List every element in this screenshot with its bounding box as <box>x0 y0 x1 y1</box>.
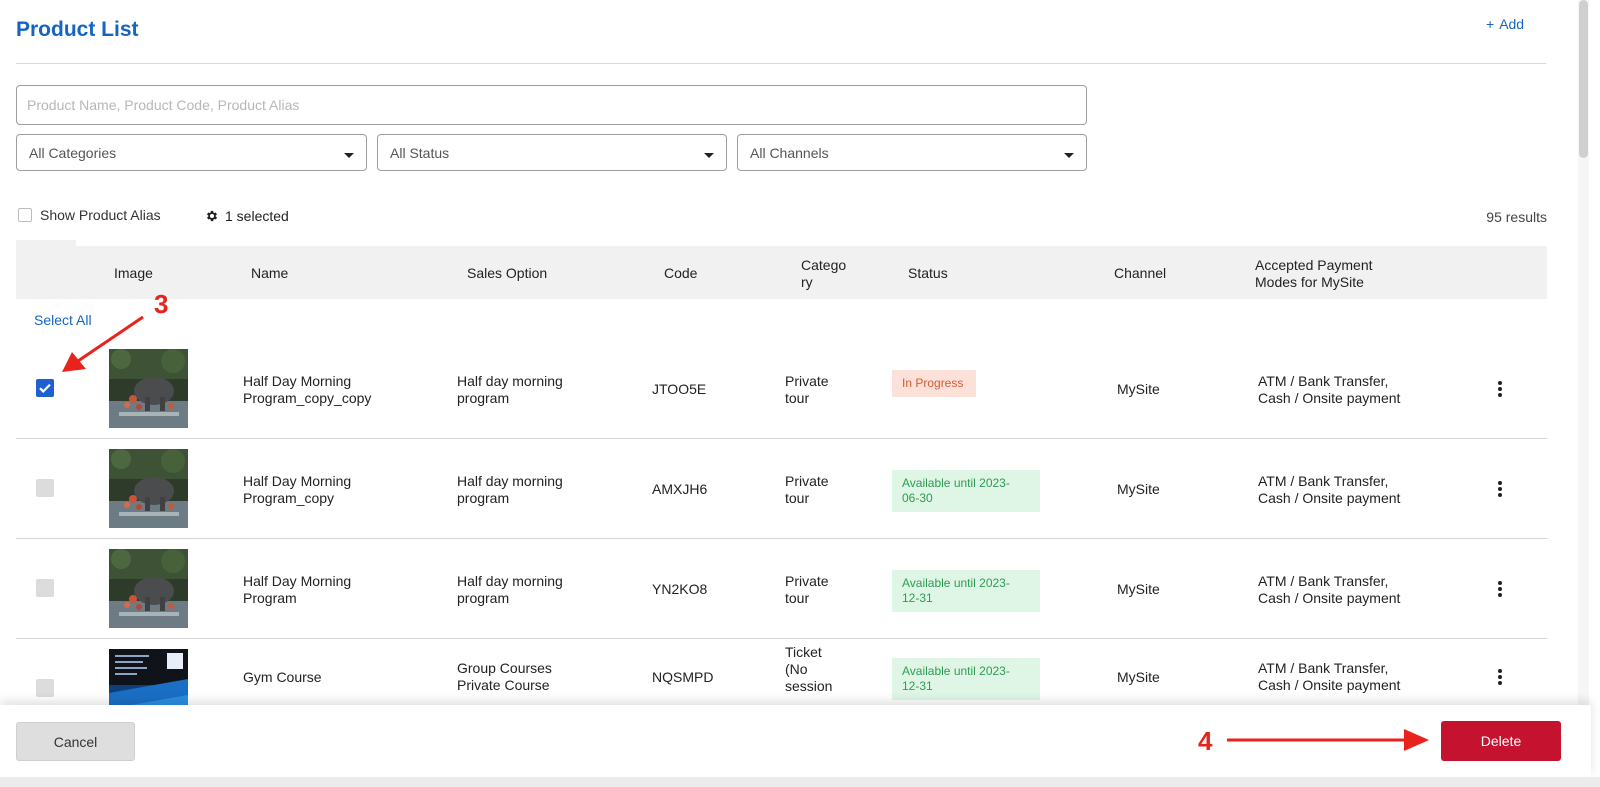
annotation-step-4: 4 <box>1198 726 1213 756</box>
add-button[interactable]: + Add <box>1486 16 1524 32</box>
table-row[interactable]: Half Day Morning Program Half day mornin… <box>16 539 1547 639</box>
delete-button[interactable]: Delete <box>1441 721 1561 761</box>
product-name[interactable]: Half Day Morning Program_copy_copy <box>243 373 371 407</box>
product-thumbnail <box>109 549 188 628</box>
sales-option: Half day morning program <box>457 373 563 406</box>
product-name[interactable]: Gym Course <box>243 669 322 686</box>
row-checkbox[interactable] <box>36 479 54 497</box>
product-category: Private tour <box>785 373 829 406</box>
column-header-image: Image <box>114 265 153 281</box>
more-options-icon[interactable] <box>1494 667 1506 687</box>
chevron-down-icon <box>344 152 354 158</box>
show-alias-checkbox[interactable] <box>18 208 32 222</box>
checkmark-icon <box>39 383 51 393</box>
show-alias-label: Show Product Alias <box>40 207 161 223</box>
status-filter-value: All Status <box>390 144 450 161</box>
page-title: Product List <box>16 18 139 41</box>
scrollbar-thumb[interactable] <box>1579 0 1588 158</box>
product-category: Private tour <box>785 473 829 506</box>
payment-modes: ATM / Bank Transfer, Cash / Onsite payme… <box>1258 373 1401 406</box>
column-header-sales-option: Sales Option <box>467 265 548 281</box>
row-checkbox[interactable] <box>36 679 54 697</box>
chevron-down-icon <box>1064 152 1074 158</box>
more-options-icon[interactable] <box>1494 479 1506 499</box>
status-badge: Available until 2023- 06-30 <box>892 470 1040 512</box>
row-checkbox[interactable] <box>36 379 54 397</box>
search-input[interactable] <box>16 85 1087 125</box>
channel-value: MySite <box>1117 381 1160 397</box>
footer-bottom-strip <box>0 777 1600 787</box>
select-all-link[interactable]: Select All <box>34 312 92 328</box>
table-row[interactable]: Half Day Morning Program_copy Half day m… <box>16 439 1547 539</box>
show-product-alias-toggle[interactable]: Show Product Alias <box>18 207 161 223</box>
channel-filter-select[interactable]: All Channels <box>737 134 1087 171</box>
plus-icon: + <box>1486 16 1495 32</box>
add-label: Add <box>1499 16 1525 32</box>
title-divider <box>16 63 1546 64</box>
cancel-button[interactable]: Cancel <box>16 722 135 761</box>
product-name[interactable]: Half Day Morning Program_copy <box>243 473 351 507</box>
table-header: Image Name Sales Option Code Catego ry S… <box>16 246 1547 299</box>
channel-value: MySite <box>1117 481 1160 497</box>
product-code: NQSMPD <box>652 669 714 685</box>
column-header-payment-modes: Accepted Payment Modes for MySite <box>1255 257 1373 290</box>
more-options-icon[interactable] <box>1494 379 1506 399</box>
status-filter-select[interactable]: All Status <box>377 134 727 171</box>
selected-count: 1 selected <box>225 208 289 224</box>
payment-modes: ATM / Bank Transfer, Cash / Onsite payme… <box>1258 660 1401 693</box>
column-header-category: Catego ry <box>801 257 847 290</box>
category-filter-value: All Categories <box>29 144 117 161</box>
chevron-down-icon <box>704 152 714 158</box>
gear-icon <box>206 210 218 222</box>
row-checkbox[interactable] <box>36 579 54 597</box>
payment-modes: ATM / Bank Transfer, Cash / Onsite payme… <box>1258 573 1401 606</box>
category-filter-select[interactable]: All Categories <box>16 134 367 171</box>
product-code: AMXJH6 <box>652 481 708 497</box>
table-row[interactable]: Half Day Morning Program_copy_copy Half … <box>16 339 1547 439</box>
status-badge: Available until 2023- 12-31 <box>892 658 1040 700</box>
status-badge: Available until 2023- 12-31 <box>892 570 1040 612</box>
column-header-status: Status <box>908 265 948 281</box>
results-count: 95 results <box>1486 209 1547 225</box>
channel-filter-value: All Channels <box>750 144 829 161</box>
product-code: YN2KO8 <box>652 581 708 597</box>
sales-option: Half day morning program <box>457 473 563 506</box>
column-header-name: Name <box>251 265 289 281</box>
channel-value: MySite <box>1117 669 1160 685</box>
product-thumbnail <box>109 349 188 428</box>
channel-value: MySite <box>1117 581 1160 597</box>
product-category: Ticket (No session <box>785 644 833 694</box>
bulk-actions-menu[interactable]: 1 selected <box>205 208 289 224</box>
product-category: Private tour <box>785 573 829 606</box>
product-thumbnail <box>109 449 188 528</box>
product-name[interactable]: Half Day Morning Program <box>243 573 351 607</box>
sales-option: Group Courses Private Course <box>457 660 552 693</box>
bulk-action-footer <box>0 705 1591 777</box>
annotation-step-3: 3 <box>154 289 169 319</box>
sales-option: Half day morning program <box>457 573 563 606</box>
product-code: JTOO5E <box>652 381 707 397</box>
status-badge: In Progress <box>892 370 976 397</box>
column-header-code: Code <box>664 265 698 281</box>
payment-modes: ATM / Bank Transfer, Cash / Onsite payme… <box>1258 473 1401 506</box>
more-options-icon[interactable] <box>1494 579 1506 599</box>
column-header-channel: Channel <box>1114 265 1167 281</box>
